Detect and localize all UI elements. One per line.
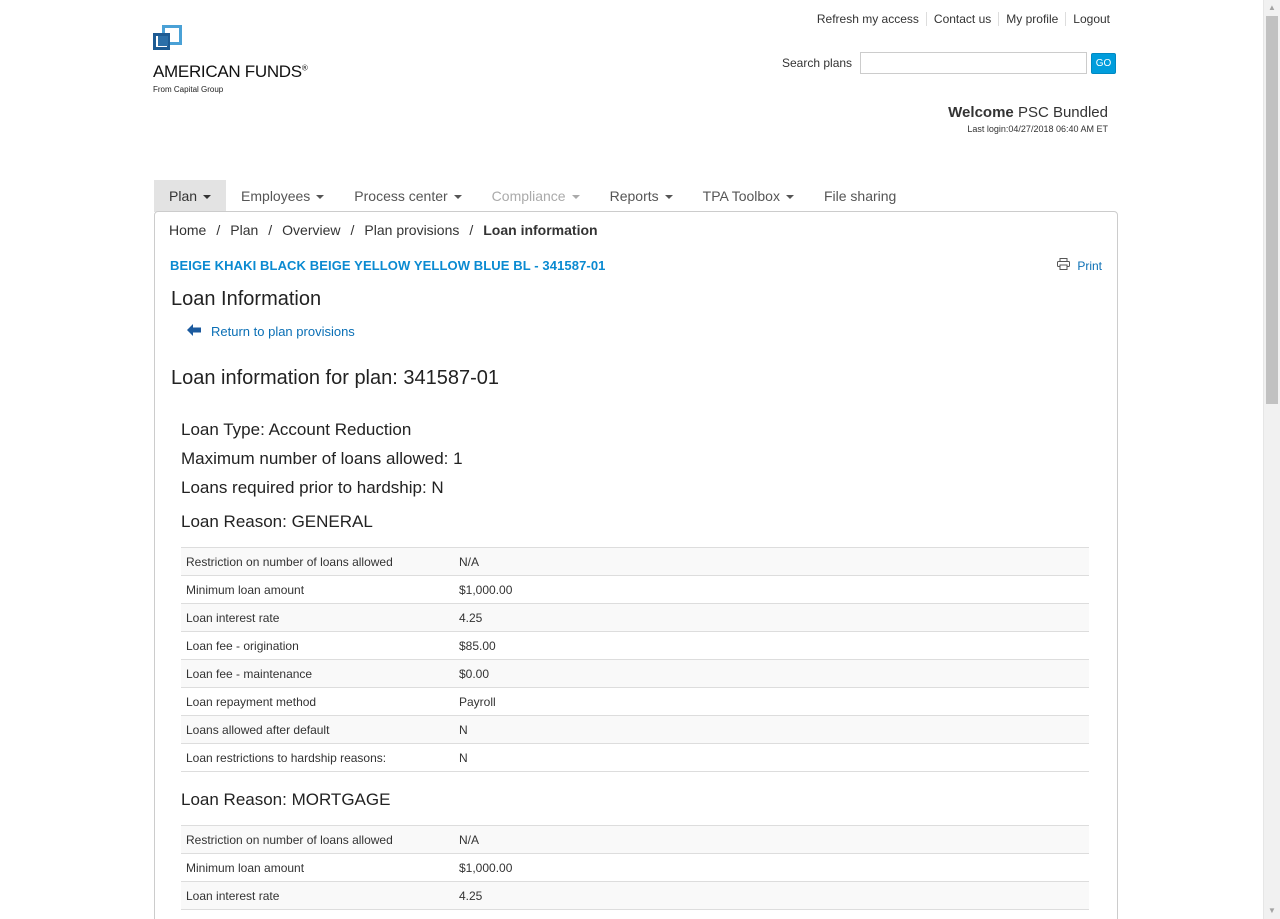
table-row: Minimum loan amount $1,000.00 [181, 853, 1089, 882]
table-row: Loan interest rate 4.25 [181, 881, 1089, 910]
contact-us-link[interactable]: Contact us [925, 12, 998, 26]
reason-title-general: Loan Reason: GENERAL [181, 512, 373, 531]
max-loans: Maximum number of loans allowed: 1 [181, 449, 463, 468]
breadcrumb-overview[interactable]: Overview [282, 222, 340, 238]
table-row: Loan repayment method Payroll [181, 687, 1089, 716]
scrollbar-thumb[interactable] [1266, 16, 1278, 404]
search-input[interactable] [860, 52, 1088, 74]
caret-down-icon [203, 195, 212, 200]
search-plans: Search plans GO [782, 52, 1117, 74]
brand-subtitle: From Capital Group [153, 85, 224, 94]
search-go-button[interactable]: GO [1091, 52, 1117, 74]
table-row: Loan fee - origination$85.00 [181, 909, 1089, 919]
utility-nav: Refresh my access Contact us My profile … [810, 12, 1110, 26]
welcome-block: Welcome PSC Bundled Last login:04/27/201… [948, 104, 1108, 134]
loan-type: Loan Type: Account Reduction [181, 420, 412, 439]
loan-summary: Loan Type: Account Reduction Maximum num… [181, 420, 463, 507]
print-button[interactable]: Print [1057, 258, 1102, 273]
table-row: Loan interest rate 4.25 [181, 603, 1089, 632]
content-panel: Home / Plan / Overview / Plan provisions… [154, 211, 1118, 919]
nav-employees[interactable]: Employees [226, 180, 339, 212]
breadcrumb-current: Loan information [483, 222, 598, 238]
page: AMERICAN FUNDS® From Capital Group Refre… [0, 0, 1263, 919]
table-row: Restriction on number of loans allowed N/… [181, 825, 1089, 854]
loan-table-general: Restriction on number of loans allowed N/… [181, 547, 1089, 772]
nav-tpa-toolbox[interactable]: TPA Toolbox [688, 180, 809, 212]
caret-down-icon [571, 195, 580, 200]
nav-process-center[interactable]: Process center [339, 180, 476, 212]
reason-title-mortgage: Loan Reason: MORTGAGE [181, 790, 391, 809]
breadcrumb: Home / Plan / Overview / Plan provisions… [169, 222, 598, 238]
print-label: Print [1077, 258, 1102, 273]
printer-icon [1057, 258, 1071, 273]
plan-name: BEIGE KHAKI BLACK BEIGE YELLOW YELLOW BL… [170, 258, 606, 273]
scroll-down-icon[interactable]: ▼ [1264, 903, 1280, 919]
prior-hardship: Loans required prior to hardship: N [181, 478, 444, 497]
caret-down-icon [453, 195, 462, 200]
arrow-left-icon [187, 324, 201, 339]
search-label: Search plans [782, 56, 853, 70]
american-funds-logo[interactable]: AMERICAN FUNDS® From Capital Group [153, 25, 308, 94]
breadcrumb-plan-provisions[interactable]: Plan provisions [364, 222, 459, 238]
vertical-scrollbar[interactable]: ▲ ▼ [1263, 0, 1280, 919]
plan-heading: Loan information for plan: 341587-01 [171, 367, 500, 389]
brand-name: AMERICAN FUNDS® [153, 62, 308, 81]
return-label: Return to plan provisions [211, 324, 355, 339]
table-row: Loan restrictions to hardship reasons: N [181, 743, 1089, 772]
caret-down-icon [785, 195, 794, 200]
my-profile-link[interactable]: My profile [998, 12, 1065, 26]
main-nav: Plan Employees Process center Compliance… [154, 180, 911, 212]
breadcrumb-plan[interactable]: Plan [230, 222, 258, 238]
nav-file-sharing[interactable]: File sharing [809, 180, 911, 212]
caret-down-icon [664, 195, 673, 200]
welcome-text: Welcome PSC Bundled [948, 104, 1108, 121]
page-title: Loan Information [171, 288, 322, 310]
scroll-up-icon[interactable]: ▲ [1264, 0, 1280, 16]
loan-table-mortgage: Restriction on number of loans allowed N/… [181, 825, 1089, 919]
logout-link[interactable]: Logout [1065, 12, 1110, 26]
nav-compliance[interactable]: Compliance [477, 180, 595, 212]
refresh-access-link[interactable]: Refresh my access [810, 12, 926, 26]
table-row: Loan fee - maintenance $0.00 [181, 659, 1089, 688]
return-link[interactable]: Return to plan provisions [187, 324, 355, 339]
table-row: Loan fee - origination$85.00 [181, 631, 1089, 660]
logo-mark-icon [153, 25, 185, 57]
nav-reports[interactable]: Reports [595, 180, 688, 212]
last-login: Last login:04/27/2018 06:40 AM ET [967, 124, 1108, 134]
table-row: Restriction on number of loans allowed N/… [181, 547, 1089, 576]
nav-plan[interactable]: Plan [154, 180, 227, 212]
breadcrumb-home[interactable]: Home [169, 222, 206, 238]
table-row: Loans allowed after default N [181, 715, 1089, 744]
caret-down-icon [316, 195, 325, 200]
table-row: Minimum loan amount $1,000.00 [181, 575, 1089, 604]
